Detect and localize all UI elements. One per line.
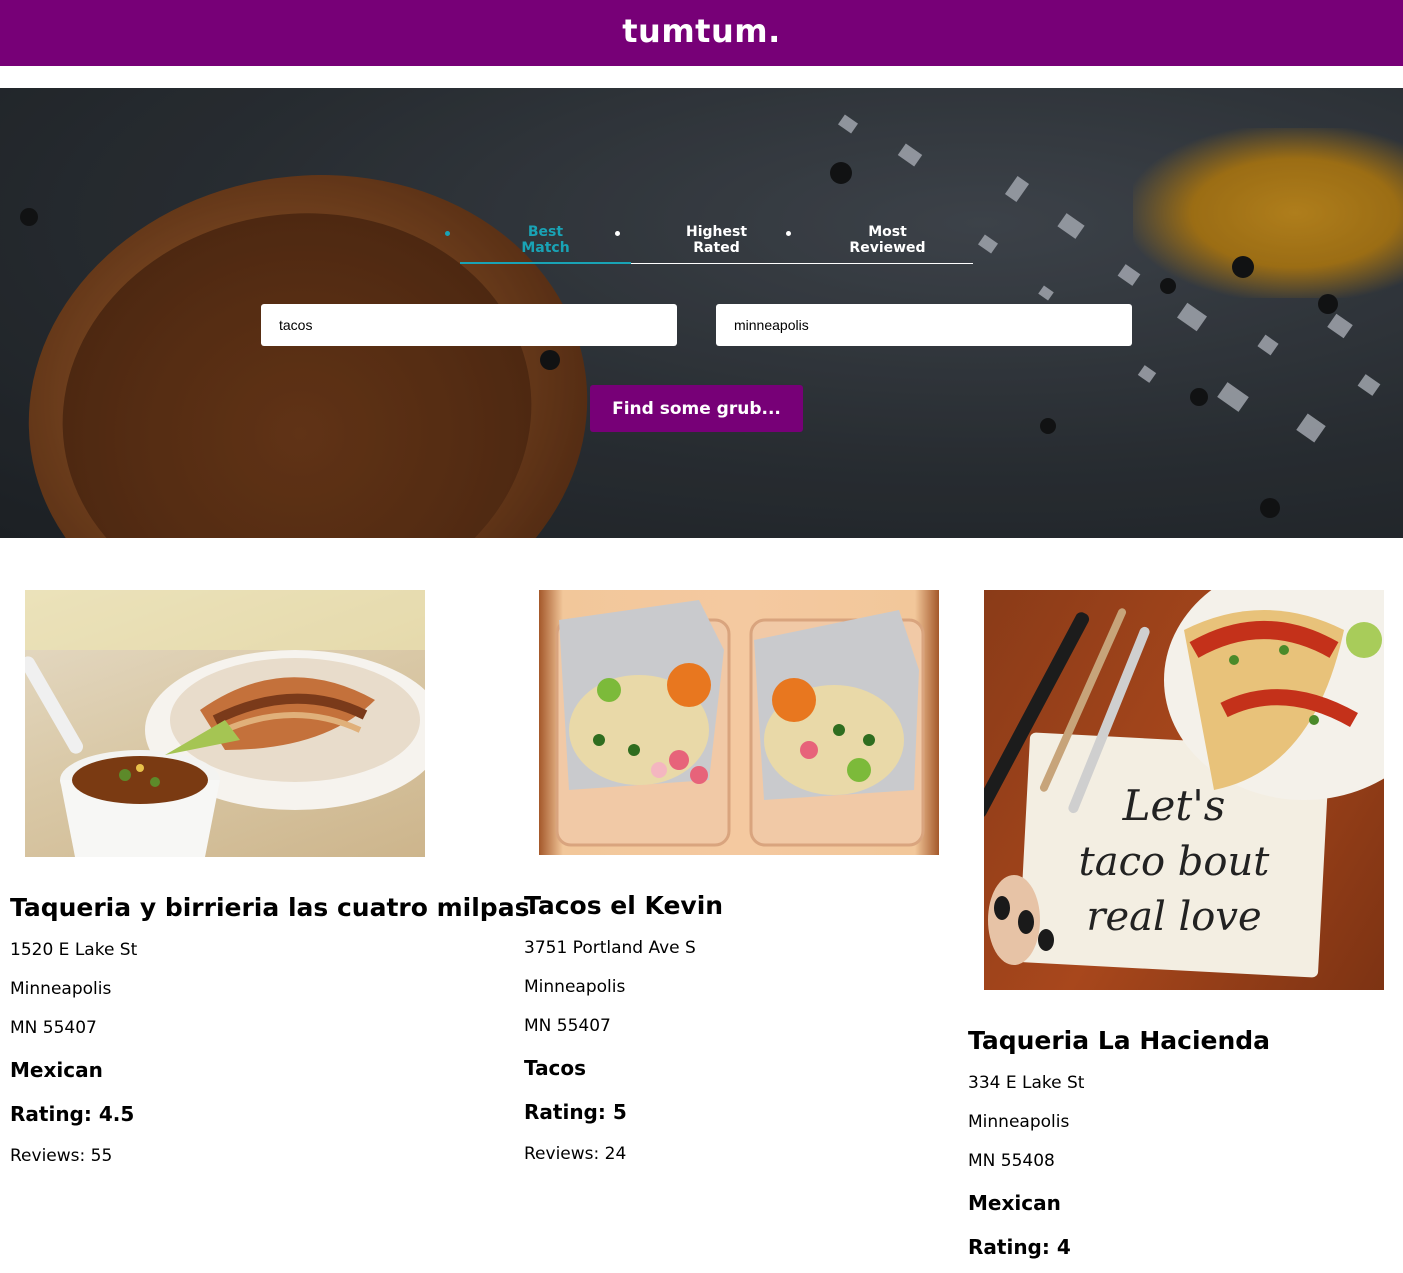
tacos-takeout-photo-icon <box>539 590 939 855</box>
business-rating: Rating: 5 <box>524 1100 627 1124</box>
business-state-zip: MN 55407 <box>10 1018 97 1038</box>
business-city: Minneapolis <box>524 977 626 997</box>
tacos-takeout-illustration <box>555 600 925 847</box>
tab-label: Most <box>868 224 907 240</box>
tab-bullet <box>786 231 791 236</box>
tacos-notebook-photo-icon: Let's taco bout real love <box>984 590 1384 990</box>
tab-label: Best <box>527 224 564 240</box>
site-logo[interactable]: tumtum. <box>622 12 781 50</box>
notebook-handwriting: taco bout <box>1079 839 1271 885</box>
sort-tabs: Best Match Highest Rated Most Reviewed <box>445 222 975 266</box>
business-category: Tacos <box>524 1056 587 1080</box>
search-location-value: minneapolis <box>734 317 809 333</box>
business-review-count: Reviews: 55 <box>10 1146 113 1166</box>
business-name[interactable]: Taqueria y birrieria las cuatro milpas <box>10 893 529 922</box>
business-review-count: Reviews: 24 <box>524 1144 627 1164</box>
business-state-zip: MN 55407 <box>524 1016 611 1036</box>
tacos-notebook-illustration: Let's taco bout real love <box>984 590 1384 978</box>
hero-overlay <box>0 88 1403 538</box>
business-name[interactable]: Taqueria La Hacienda <box>968 1026 1384 1055</box>
business-name[interactable]: Tacos el Kevin <box>524 891 939 920</box>
business-rating: Rating: 4.5 <box>10 1102 135 1126</box>
tab-label: Match <box>521 240 570 256</box>
search-term-value: tacos <box>279 317 313 333</box>
business-address: 1520 E Lake St <box>10 940 138 960</box>
tab-label: Highest <box>685 224 748 240</box>
business-state-zip: MN 55408 <box>968 1151 1055 1171</box>
sort-tab-active-indicator <box>460 262 631 264</box>
tab-label: Reviewed <box>849 240 926 256</box>
business-card: Let's taco bout real love Taqueria La Ha… <box>968 590 1384 1259</box>
tab-best-match[interactable]: Best Match <box>460 224 631 256</box>
tab-label: Rated <box>693 240 740 256</box>
business-address: 334 E Lake St <box>968 1073 1085 1093</box>
tab-highest-rated[interactable]: Highest Rated <box>631 224 802 256</box>
tab-most-reviewed[interactable]: Most Reviewed <box>802 224 973 256</box>
business-address: 3751 Portland Ave S <box>524 938 696 958</box>
business-city: Minneapolis <box>968 1112 1070 1132</box>
search-term-input[interactable]: tacos <box>261 304 677 346</box>
birria-tacos-illustration <box>25 590 425 857</box>
notebook-handwriting: Let's <box>1122 781 1226 830</box>
business-rating: Rating: 4 <box>968 1235 1071 1259</box>
tab-bullet <box>445 231 450 236</box>
business-city: Minneapolis <box>10 979 112 999</box>
birria-tacos-photo-icon <box>25 590 425 857</box>
find-grub-button[interactable]: Find some grub... <box>590 385 803 432</box>
search-hero <box>0 88 1403 538</box>
site-header: tumtum. <box>0 0 1403 66</box>
business-card: Taqueria y birrieria las cuatro milpas 1… <box>10 590 529 1166</box>
search-location-input[interactable]: minneapolis <box>716 304 1132 346</box>
tab-bullet <box>615 231 620 236</box>
notebook-handwriting: real love <box>1086 894 1261 940</box>
business-category: Mexican <box>968 1191 1061 1215</box>
business-card: Tacos el Kevin 3751 Portland Ave S Minne… <box>524 590 939 1164</box>
business-category: Mexican <box>10 1058 103 1082</box>
